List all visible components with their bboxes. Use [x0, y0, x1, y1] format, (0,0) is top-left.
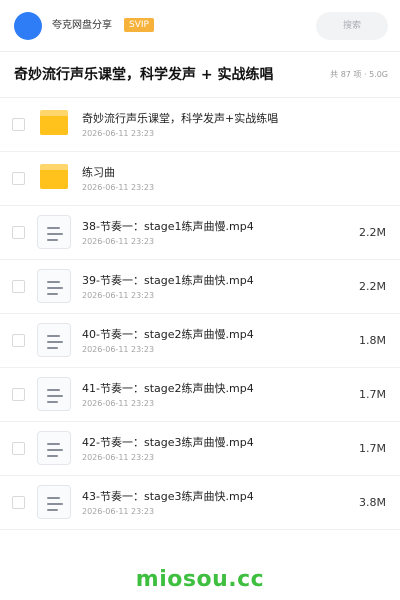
top-header: 夸克网盘分享 SVIP 搜索 [0, 0, 400, 52]
item-name: 练习曲 [82, 166, 115, 179]
item-name: 43-节奏一：stage3练声曲快.mp4 [82, 490, 254, 503]
item-date: 2026-06-11 23:23 [82, 399, 155, 408]
list-item[interactable]: 42-节奏一：stage3练声曲慢.mp4 2026-06-11 23:23 1… [0, 422, 400, 476]
list-item[interactable]: 41-节奏一：stage2练声曲快.mp4 2026-06-11 23:23 1… [0, 368, 400, 422]
select-checkbox[interactable] [12, 280, 25, 293]
video-file-icon [37, 323, 71, 357]
item-name: 41-节奏一：stage2练声曲快.mp4 [82, 382, 254, 395]
video-file-icon [37, 269, 71, 303]
select-checkbox[interactable] [12, 442, 25, 455]
list-item[interactable]: 40-节奏一：stage2练声曲慢.mp4 2026-06-11 23:23 1… [0, 314, 400, 368]
site-watermark: miosou.cc [135, 567, 265, 592]
svip-badge: SVIP [124, 18, 154, 32]
item-date: 2026-06-11 23:23 [82, 183, 155, 192]
item-size: 1.7M [359, 442, 386, 455]
video-file-icon [37, 215, 71, 249]
item-name: 39-节奏一：stage1练声曲快.mp4 [82, 274, 254, 287]
avatar[interactable] [14, 12, 42, 40]
share-name[interactable]: 夸克网盘分享 [52, 19, 112, 33]
video-file-icon [37, 485, 71, 519]
folder-title-bar: 奇妙流行声乐课堂，科学发声 + 实战练唱 共 87 项 · 5.0G [0, 52, 400, 98]
page-title: 奇妙流行声乐课堂，科学发声 + 实战练唱 [14, 67, 274, 83]
item-date: 2026-06-11 23:23 [82, 291, 155, 300]
list-item[interactable]: 奇妙流行声乐课堂，科学发声+实战练唱 2026-06-11 23:23 [0, 98, 400, 152]
item-size: 1.7M [359, 388, 386, 401]
select-checkbox[interactable] [12, 226, 25, 239]
item-size: 3.8M [359, 496, 386, 509]
item-size: 1.8M [359, 334, 386, 347]
folder-meta: 共 87 项 · 5.0G [330, 70, 388, 79]
item-date: 2026-06-11 23:23 [82, 129, 155, 138]
footer: miosou.cc [0, 560, 400, 600]
select-checkbox[interactable] [12, 388, 25, 401]
item-name: 42-节奏一：stage3练声曲慢.mp4 [82, 436, 254, 449]
select-checkbox[interactable] [12, 334, 25, 347]
item-size: 2.2M [359, 226, 386, 239]
folder-icon [40, 110, 68, 135]
list-item[interactable]: 39-节奏一：stage1练声曲快.mp4 2026-06-11 23:23 2… [0, 260, 400, 314]
select-checkbox[interactable] [12, 496, 25, 509]
list-item[interactable]: 43-节奏一：stage3练声曲快.mp4 2026-06-11 23:23 3… [0, 476, 400, 530]
select-checkbox[interactable] [12, 118, 25, 131]
folder-icon [40, 164, 68, 189]
item-date: 2026-06-11 23:23 [82, 345, 155, 354]
list-item[interactable]: 练习曲 2026-06-11 23:23 [0, 152, 400, 206]
item-name: 40-节奏一：stage2练声曲慢.mp4 [82, 328, 254, 341]
list-item[interactable]: 38-节奏一：stage1练声曲慢.mp4 2026-06-11 23:23 2… [0, 206, 400, 260]
select-checkbox[interactable] [12, 172, 25, 185]
item-size: 2.2M [359, 280, 386, 293]
search-input[interactable]: 搜索 [316, 12, 388, 40]
video-file-icon [37, 377, 71, 411]
item-date: 2026-06-11 23:23 [82, 453, 155, 462]
item-name: 38-节奏一：stage1练声曲慢.mp4 [82, 220, 254, 233]
video-file-icon [37, 431, 71, 465]
item-date: 2026-06-11 23:23 [82, 507, 155, 516]
item-date: 2026-06-11 23:23 [82, 237, 155, 246]
item-name: 奇妙流行声乐课堂，科学发声+实战练唱 [82, 112, 279, 125]
